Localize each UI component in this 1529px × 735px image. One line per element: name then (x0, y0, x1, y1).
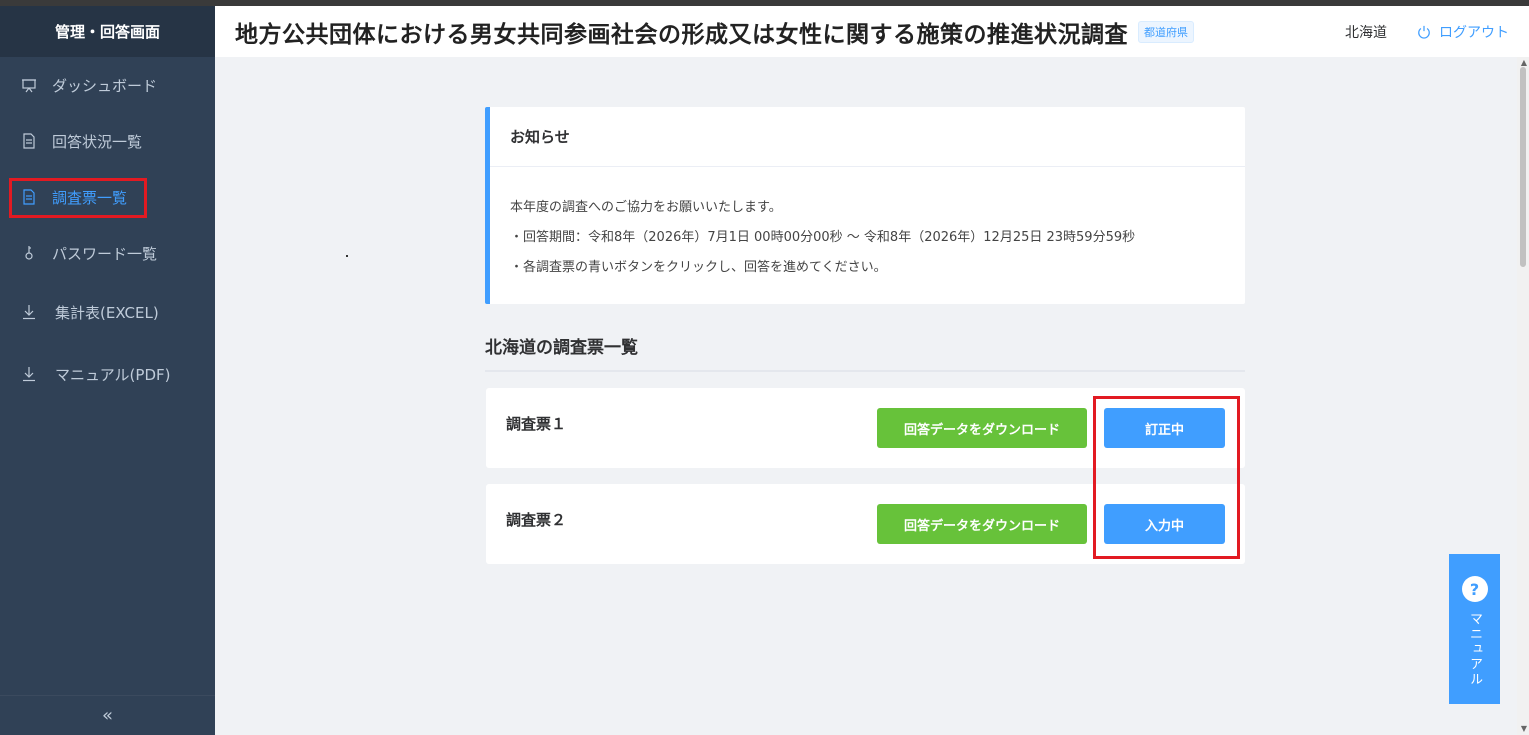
document-icon (20, 188, 38, 206)
logout-link[interactable]: ログアウト (1417, 22, 1509, 42)
sidebar-item-label: ダッシュボード (52, 76, 158, 95)
sidebar-item-dashboard[interactable]: ダッシュボード (0, 57, 215, 113)
scroll-up-arrow-icon[interactable]: ▲ (1521, 58, 1527, 67)
survey-card-1: 調査票１ 回答データをダウンロード 訂正中 (486, 388, 1245, 468)
page-title: 地方公共団体における男女共同参画社会の形成又は女性に関する施策の推進状況調査 (235, 21, 1128, 48)
key-icon (20, 244, 38, 262)
survey-card-2: 調査票２ 回答データをダウンロード 入力中 (486, 484, 1245, 564)
scrollbar-thumb[interactable] (1520, 67, 1526, 267)
page-scrollbar[interactable] (1517, 57, 1529, 735)
download-icon (20, 303, 38, 321)
help-question-icon: ? (1461, 576, 1488, 602)
floating-manual-label: マニュアル (1467, 612, 1482, 687)
power-icon (1418, 25, 1430, 39)
survey-status-button[interactable]: 入力中 (1104, 504, 1225, 544)
notice-card: お知らせ 本年度の調査へのご協力をお願いいたします。 ・回答期間：令和8年（20… (485, 107, 1245, 304)
sidebar-item-label: 回答状況一覧 (52, 132, 143, 151)
logout-label: ログアウト (1439, 24, 1509, 41)
prefecture-tag: 都道府県 (1138, 20, 1194, 43)
sidebar-item-manual-pdf[interactable]: マニュアル(PDF) (0, 343, 215, 405)
floating-manual-button[interactable]: ? マニュアル (1449, 554, 1500, 704)
download-icon (20, 365, 38, 383)
sidebar-item-label: 集計表(EXCEL) (55, 303, 159, 322)
sidebar-item-label: 調査票一覧 (52, 188, 128, 207)
scroll-down-arrow-icon[interactable]: ▼ (1521, 724, 1527, 733)
sidebar-header: 管理・回答画面 (0, 6, 215, 57)
sidebar-item-label: マニュアル(PDF) (55, 365, 171, 384)
download-response-button[interactable]: 回答データをダウンロード (877, 504, 1087, 544)
notice-line: 本年度の調査へのご協力をお願いいたします。 (510, 200, 782, 215)
header-right: 北海道 ログアウト (1345, 6, 1509, 57)
sidebar: 管理・回答画面 ダッシュボード 回答状況一覧 調査票一覧 パスワード一覧 集計表… (0, 6, 215, 735)
notice-line: ・各調査票の青いボタンをクリックし、回答を進めてください。 (510, 260, 887, 275)
prefecture-name: 北海道 (1345, 24, 1387, 41)
stray-dot (346, 255, 348, 257)
document-icon (20, 132, 38, 150)
notice-body: 本年度の調査へのご協力をお願いいたします。 ・回答期間：令和8年（2026年）7… (490, 167, 1245, 283)
survey-status-button[interactable]: 訂正中 (1104, 408, 1225, 448)
sidebar-item-summary-excel[interactable]: 集計表(EXCEL) (0, 281, 215, 343)
sidebar-menu: ダッシュボード 回答状況一覧 調査票一覧 パスワード一覧 集計表(EXCEL) (0, 57, 215, 405)
notice-line: ・回答期間：令和8年（2026年）7月1日 00時00分00秒 ～ 令和8年（2… (510, 230, 1136, 245)
sidebar-item-response-status[interactable]: 回答状況一覧 (0, 113, 215, 169)
top-header: 地方公共団体における男女共同参画社会の形成又は女性に関する施策の推進状況調査 都… (215, 6, 1529, 57)
notice-title: お知らせ (490, 107, 1245, 167)
survey-list-title: 北海道の調査票一覧 (485, 334, 1245, 372)
presentation-icon (20, 76, 38, 94)
sidebar-collapse-button[interactable]: « (0, 695, 215, 735)
survey-name: 調査票２ (506, 511, 567, 529)
download-response-button[interactable]: 回答データをダウンロード (877, 408, 1087, 448)
sidebar-item-password-list[interactable]: パスワード一覧 (0, 225, 215, 281)
sidebar-item-label: パスワード一覧 (52, 244, 158, 263)
survey-name: 調査票１ (506, 415, 567, 433)
sidebar-item-survey-list[interactable]: 調査票一覧 (0, 169, 215, 225)
